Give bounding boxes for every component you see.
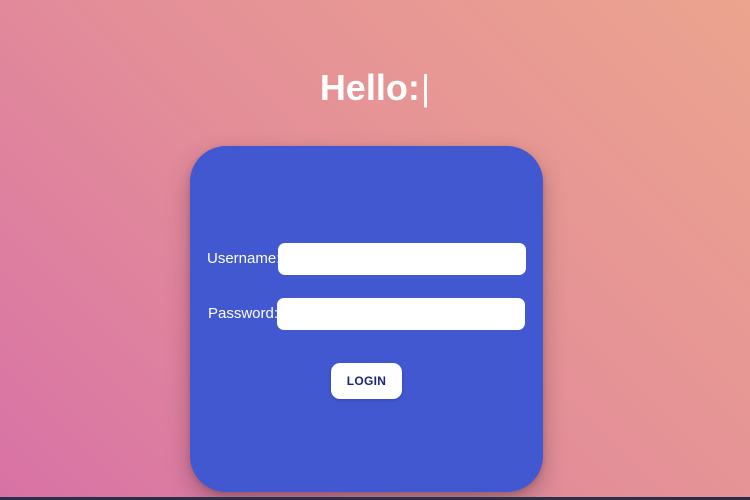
typing-caret: | [420,67,431,108]
login-card: Username: Password: LOGIN [190,146,543,492]
password-row: Password: [190,298,543,330]
greeting-text: Hello: [319,67,420,108]
login-button[interactable]: LOGIN [331,363,402,399]
password-label: Password: [208,305,279,322]
page-heading: Hello:| [0,64,750,112]
username-row: Username: [190,243,543,275]
username-input[interactable] [278,243,526,275]
username-label: Username: [207,250,281,267]
password-input[interactable] [277,298,525,330]
